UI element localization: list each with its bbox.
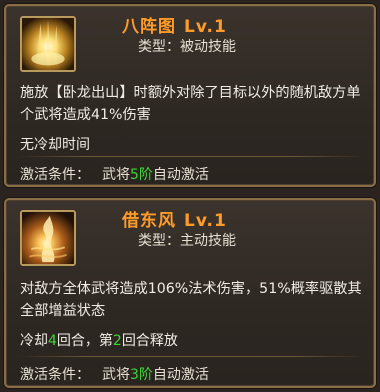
activation-condition: 激活条件： 武将3阶自动激活 [20, 364, 209, 384]
cooldown-text: 无冷却时间 [20, 137, 90, 153]
skill-name: 借东风 [122, 211, 176, 231]
cooldown-rounds: 4 [48, 333, 57, 349]
skill-card-bazhentu: 八阵图 Lv.1 类型：被动技能 施放【卧龙出山】时额外对除了目标以外的随机敌方单… [4, 4, 376, 187]
skill-title: 借东风 Lv.1 [122, 206, 227, 231]
skill-title: 八阵图 Lv.1 [122, 12, 227, 37]
activation-prefix: 武将 [102, 367, 130, 383]
skill-level: Lv.1 [184, 17, 227, 37]
skill-description: 对敌方全体武将造成106%法术伤害，51%概率驱散其全部增益状态 [20, 281, 362, 319]
whirlwind-fire-icon [20, 210, 76, 266]
skill-type: 类型：被动技能 [138, 39, 236, 55]
cooldown-text: 冷却4回合，第2回合释放 [20, 330, 178, 350]
cooldown-post: 回合释放 [121, 333, 178, 349]
activation-stage: 3阶 [130, 367, 153, 383]
activation-suffix: 自动激活 [152, 367, 209, 383]
cooldown-pre: 冷却 [20, 333, 48, 349]
divider [16, 356, 364, 357]
activation-label: 激活条件： [20, 167, 90, 183]
activation-suffix: 自动激活 [152, 167, 209, 183]
activation-prefix: 武将 [102, 167, 130, 183]
golden-light-burst-icon [20, 16, 76, 72]
skill-name: 八阵图 [122, 17, 176, 37]
activation-label: 激活条件： [20, 367, 90, 383]
skill-type: 类型：主动技能 [138, 233, 236, 249]
cooldown-release-round: 2 [112, 333, 122, 349]
activation-condition: 激活条件： 武将5阶自动激活 [20, 164, 209, 184]
skill-level: Lv.1 [184, 211, 227, 231]
cooldown-mid: 回合，第 [56, 333, 113, 349]
skill-description: 施放【卧龙出山】时额外对除了目标以外的随机敌方单个武将造成41%伤害 [20, 85, 361, 123]
divider [16, 156, 364, 157]
activation-stage: 5阶 [130, 167, 153, 183]
skill-card-jiedongfeng: 借东风 Lv.1 类型：主动技能 对敌方全体武将造成106%法术伤害，51%概率驱… [4, 198, 376, 388]
